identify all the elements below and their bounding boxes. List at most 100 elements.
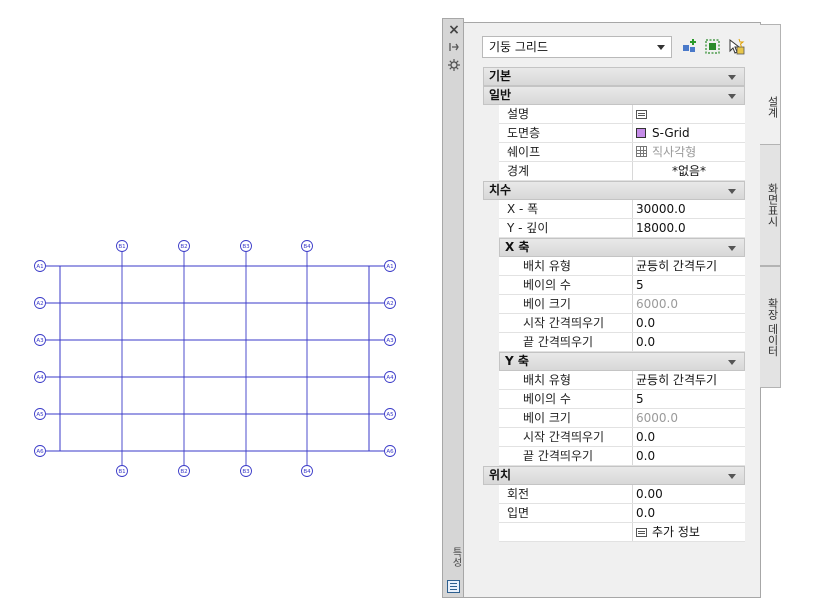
svg-text:A6: A6 bbox=[386, 449, 394, 455]
svg-text:B4: B4 bbox=[303, 469, 311, 475]
grid-shape-icon bbox=[636, 146, 647, 157]
style-dropdown[interactable]: 기둥 그리드 bbox=[482, 36, 672, 58]
section-general[interactable]: 일반 bbox=[483, 86, 745, 105]
section-x-axis[interactable]: X 축 bbox=[499, 238, 745, 257]
prop-value: 직사각형 bbox=[652, 145, 697, 159]
grid-frame bbox=[59, 265, 370, 452]
select-objects-icon[interactable] bbox=[727, 38, 745, 56]
section-y-axis[interactable]: Y 축 bbox=[499, 352, 745, 371]
svg-text:A2: A2 bbox=[36, 301, 43, 307]
layer-color-icon bbox=[636, 128, 646, 138]
prop-y-bay-size[interactable]: 베이 크기 6000.0 bbox=[499, 409, 745, 428]
close-icon[interactable]: × bbox=[446, 23, 462, 37]
column-grid-drawing[interactable]: A1 A1 A2 A2 A3 A3 A4 A4 A5 A5 A6 A6 B1 B1 B2 B2 B3 B3 B4 B4 bbox=[0, 0, 440, 610]
prop-label: 시작 간격띄우기 bbox=[499, 314, 633, 332]
svg-text:B2: B2 bbox=[180, 244, 187, 250]
prop-label: 입면 bbox=[499, 504, 633, 522]
style-dropdown-value: 기둥 그리드 bbox=[489, 40, 549, 54]
prop-y-layout-type[interactable]: 배치 유형 균등히 간격두기 bbox=[499, 371, 745, 390]
prop-label: 도면층 bbox=[499, 124, 633, 142]
grid-bubble-top: B4 bbox=[301, 240, 313, 252]
section-basic[interactable]: 기본 bbox=[483, 67, 745, 86]
prop-label: 경계 bbox=[499, 162, 633, 180]
svg-text:B3: B3 bbox=[242, 469, 250, 475]
quick-properties-icon[interactable] bbox=[447, 580, 460, 593]
prop-label: 쉐이프 bbox=[499, 143, 633, 161]
prop-x-end-offset[interactable]: 끝 간격띄우기 0.0 bbox=[499, 333, 745, 352]
prop-x-bay-count[interactable]: 베이의 수5 bbox=[499, 276, 745, 295]
svg-text:A4: A4 bbox=[386, 375, 394, 381]
prop-label: X - 폭 bbox=[499, 200, 633, 218]
svg-text:B3: B3 bbox=[242, 244, 250, 250]
prop-shape[interactable]: 쉐이프 직사각형 bbox=[499, 143, 745, 162]
svg-text:A1: A1 bbox=[386, 264, 393, 270]
chevron-down-icon bbox=[728, 474, 736, 479]
prop-extra-info[interactable]: 추가 정보 bbox=[499, 523, 745, 542]
prop-y-bay-count[interactable]: 베이의 수5 bbox=[499, 390, 745, 409]
section-location-label: 위치 bbox=[489, 468, 512, 482]
grid-bubble-left: A3 bbox=[34, 334, 46, 346]
prop-label: 배치 유형 bbox=[499, 371, 633, 389]
prop-y-end-offset[interactable]: 끝 간격띄우기 0.0 bbox=[499, 447, 745, 466]
quick-select-icon[interactable] bbox=[704, 38, 722, 56]
grid-bubble-right: A3 bbox=[384, 334, 396, 346]
prop-value: 0.0 bbox=[636, 430, 656, 444]
prop-x-layout-type[interactable]: 배치 유형 균등히 간격두기 bbox=[499, 257, 745, 276]
tab-extended-data[interactable]: 확장 데이터 bbox=[760, 266, 781, 388]
tab-design[interactable]: 설계 bbox=[760, 24, 781, 146]
add-to-selection-icon[interactable] bbox=[681, 38, 699, 56]
prop-label: 배치 유형 bbox=[499, 257, 633, 275]
extra-info-link[interactable]: 추가 정보 bbox=[652, 525, 700, 539]
prop-value: 0.0 bbox=[636, 335, 656, 349]
list-icon bbox=[636, 528, 647, 537]
svg-text:B4: B4 bbox=[303, 244, 311, 250]
grid-bubble-left: A2 bbox=[34, 297, 46, 309]
palette-title: 특성 bbox=[450, 547, 461, 567]
section-dimensions[interactable]: 치수 bbox=[483, 181, 745, 200]
svg-text:A5: A5 bbox=[36, 412, 44, 418]
section-location[interactable]: 위치 bbox=[483, 466, 745, 485]
svg-text:B2: B2 bbox=[180, 469, 187, 475]
prop-x-start-offset[interactable]: 시작 간격띄우기 0.0 bbox=[499, 314, 745, 333]
prop-rotation[interactable]: 회전 0.00 bbox=[499, 485, 745, 504]
prop-label: 설명 bbox=[499, 105, 633, 123]
list-icon[interactable] bbox=[636, 110, 647, 119]
prop-label: 베이의 수 bbox=[499, 390, 633, 408]
prop-value: 0.0 bbox=[636, 449, 656, 463]
grid-lines bbox=[46, 252, 384, 465]
prop-description[interactable]: 설명 bbox=[499, 105, 745, 124]
section-y-axis-label: Y 축 bbox=[505, 354, 529, 368]
settings-icon[interactable] bbox=[446, 59, 462, 73]
grid-bubble-bottom: B3 bbox=[240, 465, 252, 477]
prop-boundary[interactable]: 경계 *없음* bbox=[499, 162, 745, 181]
prop-x-bay-size[interactable]: 베이 크기 6000.0 bbox=[499, 295, 745, 314]
prop-value: 0.0 bbox=[636, 506, 656, 520]
grid-bubble-bottom: B2 bbox=[178, 465, 190, 477]
svg-text:A1: A1 bbox=[36, 264, 43, 270]
prop-value: 6000.0 bbox=[636, 297, 678, 311]
palette-tabs: 설계 화면표시 확장 데이터 bbox=[760, 18, 782, 598]
prop-layer[interactable]: 도면층 S-Grid bbox=[499, 124, 745, 143]
prop-value: 5 bbox=[636, 392, 644, 406]
prop-elevation[interactable]: 입면 0.0 bbox=[499, 504, 745, 523]
prop-label: 끝 간격띄우기 bbox=[499, 447, 633, 465]
prop-label: 베이의 수 bbox=[499, 276, 633, 294]
prop-x-width[interactable]: X - 폭 30000.0 bbox=[499, 200, 745, 219]
chevron-down-icon bbox=[728, 75, 736, 80]
grid-bubble-right: A5 bbox=[384, 408, 396, 420]
svg-text:A3: A3 bbox=[36, 338, 44, 344]
property-list: 기본 일반 설명 도면층 S-Grid 쉐이프 직사각형 경계 *없음* 치수 X -… bbox=[483, 67, 745, 542]
grid-bubble-left: A4 bbox=[34, 371, 46, 383]
chevron-down-icon bbox=[728, 189, 736, 194]
pin-icon[interactable] bbox=[446, 41, 462, 55]
svg-text:B1: B1 bbox=[118, 469, 125, 475]
chevron-down-icon bbox=[728, 360, 736, 365]
grid-bubble-bottom: B4 bbox=[301, 465, 313, 477]
tab-display[interactable]: 화면표시 bbox=[760, 144, 781, 266]
prop-value: 균등히 간격두기 bbox=[636, 259, 718, 273]
section-x-axis-label: X 축 bbox=[505, 240, 530, 254]
svg-text:A3: A3 bbox=[386, 338, 394, 344]
prop-y-depth[interactable]: Y - 깊이 18000.0 bbox=[499, 219, 745, 238]
grid-bubble-top: B3 bbox=[240, 240, 252, 252]
prop-y-start-offset[interactable]: 시작 간격띄우기 0.0 bbox=[499, 428, 745, 447]
